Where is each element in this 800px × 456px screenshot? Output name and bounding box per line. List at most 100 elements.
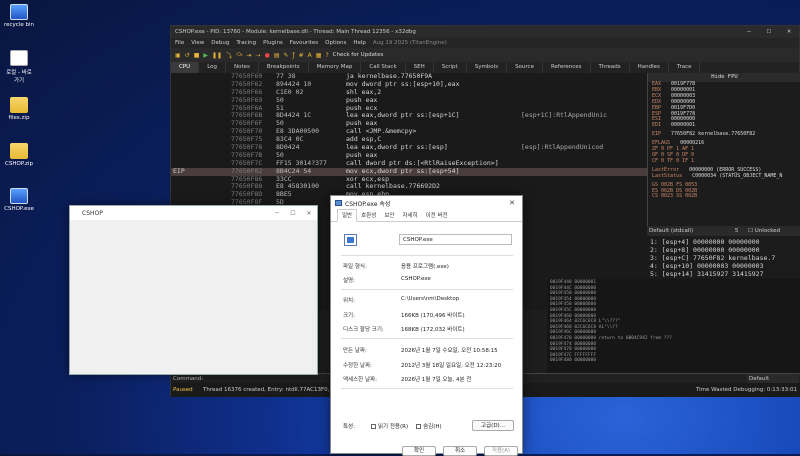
close-icon[interactable]: ✕: [509, 199, 522, 207]
eip-marker: EIP: [173, 166, 185, 175]
register-value: 00000000: [671, 98, 696, 105]
cancel-button[interactable]: 취소: [443, 446, 477, 456]
pause-icon[interactable]: ❚❚: [212, 52, 222, 59]
disasm-address: 77650F60: [231, 72, 263, 80]
menu-item[interactable]: View: [191, 40, 204, 46]
field-created: 만든 날짜: 2026년 1월 7일 수요일, 오전 10:58:15: [343, 348, 498, 354]
tab-handles[interactable]: Handles: [630, 62, 669, 73]
stack-dump-view[interactable]: 0019F448 00000001 0019F44C 00000000 0019F4…: [547, 279, 800, 373]
menu-item[interactable]: Tracing: [236, 40, 256, 46]
properties-tab[interactable]: 이전 버전: [422, 211, 452, 221]
maximize-icon[interactable]: ☐: [759, 29, 779, 35]
desktop-icon-cshop-exe[interactable]: CSHOP.exe: [4, 188, 34, 212]
step-over-icon[interactable]: ⤼: [236, 51, 242, 59]
stack-arg[interactable]: 5: [esp+14] 31415927 31415927: [650, 270, 798, 278]
calculator-icon[interactable]: ▦: [316, 52, 322, 59]
advanced-button[interactable]: 고급(D)...: [472, 420, 514, 431]
arg-count[interactable]: 5: [735, 228, 739, 234]
open-icon[interactable]: ▣: [175, 52, 181, 59]
tab-trace[interactable]: Trace: [669, 62, 701, 73]
tab-script[interactable]: Script: [434, 62, 467, 73]
stack-arg[interactable]: 2: [esp+8] 00000000 00000000: [650, 246, 798, 254]
font-icon[interactable]: A: [308, 52, 312, 59]
help-icon[interactable]: ?: [325, 52, 328, 59]
hash-icon[interactable]: #: [299, 52, 304, 59]
desktop-icon-recycle[interactable]: recycle bin: [4, 4, 34, 28]
update-link[interactable]: Check for Updates: [333, 52, 384, 58]
menu-item[interactable]: File: [175, 40, 184, 46]
field-type: 파일 형식: 응용 프로그램(.exe): [343, 264, 449, 270]
maximize-icon[interactable]: ☐: [285, 210, 301, 217]
menu-item[interactable]: Help: [353, 40, 366, 46]
menu-item[interactable]: Plugins: [263, 40, 283, 46]
command-label: Command:: [173, 376, 204, 382]
register-name: LastStatus: [652, 172, 683, 179]
minimize-icon[interactable]: ─: [739, 29, 759, 35]
close-icon[interactable]: ■: [194, 52, 200, 59]
tab-references[interactable]: References: [543, 62, 591, 73]
properties-tab[interactable]: 자세히: [398, 211, 421, 221]
menu-item[interactable]: Aug 19 2025 (TitanEngine): [373, 40, 447, 46]
menu-item[interactable]: Debug: [211, 40, 229, 46]
readonly-checkbox[interactable]: 읽기 전용(R): [371, 422, 408, 430]
tab-source[interactable]: Source: [507, 62, 543, 73]
tab-threads[interactable]: Threads: [591, 62, 630, 73]
desktop-icon-cshop-zip[interactable]: CSHOP.zip: [4, 143, 34, 167]
function-icon[interactable]: ƒ: [293, 52, 295, 59]
register-value: 00000001: [671, 122, 696, 129]
cshop-titlebar[interactable]: CSHOP ─ ☐ ✕: [70, 206, 317, 220]
dialog-buttons: 확인 취소 적용(A): [331, 446, 524, 456]
app-icon: [10, 188, 28, 204]
divider: [341, 289, 513, 290]
stack-arg[interactable]: 4: [esp+10] 00000003 00000003: [650, 262, 798, 270]
register-value: 00000001: [671, 86, 696, 93]
desktop-icon-files-zip[interactable]: files.zip: [4, 97, 34, 121]
animate-icon[interactable]: ⇢: [256, 52, 261, 59]
unlocked-label: Unlocked: [754, 228, 781, 234]
properties-tab[interactable]: 보안: [380, 211, 398, 221]
dump-line[interactable]: 0019F480 00000000: [550, 358, 798, 364]
script-icon[interactable]: ✎: [283, 52, 288, 59]
minimize-icon[interactable]: ─: [269, 210, 285, 217]
menu-item[interactable]: Options: [325, 40, 346, 46]
disasm-address: 77650F82: [231, 166, 263, 175]
registers-panel[interactable]: Hide FPU EAX 0019F778 EBX 00000001 ECX 000000…: [647, 73, 800, 245]
register-value: 00000000 (ERROR_SUCCESS): [689, 166, 762, 173]
debugger-titlebar[interactable]: CSHOP.exe - PID: 13760 - Module: kernelb…: [171, 26, 799, 38]
unlocked-checkbox[interactable]: ☐ Unlocked: [748, 228, 780, 234]
file-icon: [344, 234, 357, 246]
filename-field[interactable]: CSHOP.exe: [399, 234, 512, 245]
divider: [341, 255, 513, 256]
disasm-address: 77650F6B: [231, 111, 263, 120]
stack-arg[interactable]: 1: [esp+4] 00000000 00000000: [650, 238, 798, 246]
disasm-bytes: C1E0 02: [276, 87, 304, 96]
close-icon[interactable]: ✕: [779, 29, 799, 35]
memory-icon[interactable]: ▤: [274, 52, 280, 59]
register-row[interactable]: LastStatus C0000034 (STATUS_OBJECT_NAME_N: [648, 172, 800, 180]
close-icon[interactable]: ✕: [301, 210, 317, 217]
field-accessed: 액세스한 날짜: 2026년 1월 7일 오늘, 4분 전: [343, 377, 472, 383]
hidden-checkbox[interactable]: 숨김(H): [416, 422, 442, 430]
apply-button[interactable]: 적용(A): [484, 446, 518, 456]
properties-tab[interactable]: 일반: [337, 209, 358, 222]
cshop-window[interactable]: CSHOP ─ ☐ ✕: [69, 205, 318, 375]
menu-item[interactable]: Favourites: [290, 40, 318, 46]
disasm-address: 77650F66: [231, 87, 263, 96]
calling-convention-select[interactable]: Default (stdcall) 5 ☐ Unlocked: [647, 226, 800, 236]
breakpoint-icon[interactable]: ●: [265, 52, 270, 59]
tab-log[interactable]: Log: [199, 62, 227, 73]
run-icon[interactable]: ▶: [203, 52, 208, 59]
tab-symbols[interactable]: Symbols: [467, 62, 508, 73]
ok-button[interactable]: 확인: [402, 446, 436, 456]
disasm-address: 77650F69: [231, 95, 263, 104]
properties-tab[interactable]: 호환성: [357, 211, 380, 221]
desktop-icon-shortcut[interactable]: 로컬 - 바로 가기: [4, 50, 34, 84]
register-row[interactable]: CS 0023 SS 002B: [648, 193, 800, 200]
restart-icon[interactable]: ↺: [185, 52, 190, 59]
stack-args-view[interactable]: 1: [esp+4] 00000000 00000000 2: [esp+8] 0…: [647, 236, 800, 282]
trace-icon[interactable]: ⇥: [247, 52, 252, 59]
step-into-icon[interactable]: ⤵: [226, 51, 232, 60]
tab-cpu[interactable]: CPU: [171, 62, 200, 73]
stack-arg[interactable]: 3: [esp+C] 77650F82 kernelbase.7: [650, 254, 798, 262]
properties-titlebar[interactable]: CSHOP.exe 속성 ✕: [331, 196, 522, 210]
